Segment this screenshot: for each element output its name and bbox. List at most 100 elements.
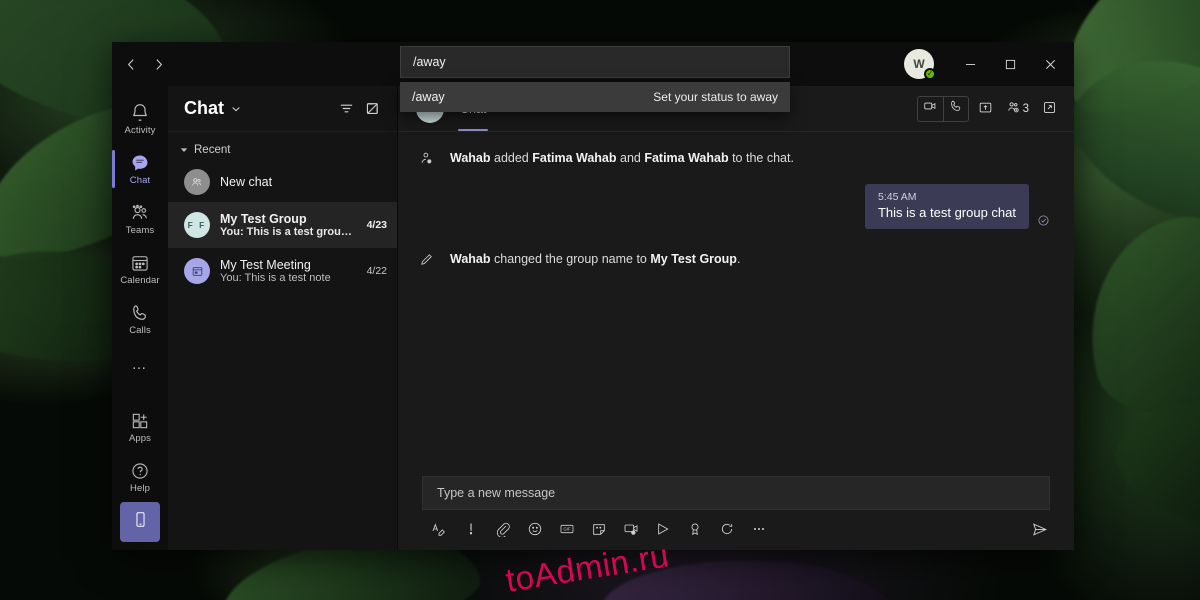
phone-icon xyxy=(130,303,150,323)
search-input[interactable]: /away xyxy=(400,46,790,78)
sidebar-item-label: Activity xyxy=(125,125,156,136)
minimize-button[interactable] xyxy=(950,48,990,80)
new-chat-texts: New chat xyxy=(220,175,387,189)
participants-button[interactable]: 3 xyxy=(1003,96,1032,122)
audio-call-button[interactable] xyxy=(943,97,968,121)
forward-button[interactable] xyxy=(147,51,170,77)
sidebar-item-label: Calendar xyxy=(120,275,159,286)
system-msg-seg: . xyxy=(737,252,740,266)
calendar-icon xyxy=(130,253,150,273)
avatar-initials: F F xyxy=(188,220,207,230)
popout-chat-button[interactable] xyxy=(1036,96,1062,122)
sidebar-item-calendar[interactable]: Calendar xyxy=(112,244,168,294)
sidebar-item-calls[interactable]: Calls xyxy=(112,294,168,344)
maximize-button[interactable] xyxy=(990,48,1030,80)
window-titlebar: W ✓ /away /a xyxy=(112,42,1074,86)
add-person-icon xyxy=(416,150,436,166)
video-camera-icon xyxy=(923,99,937,118)
conversation-panel: F F Chat xyxy=(398,86,1074,550)
more-options-icon[interactable] xyxy=(750,520,768,538)
chat-item-texts: My Test Meeting You: This is a test note xyxy=(220,258,357,284)
command-suggestion-name: /away xyxy=(412,90,445,104)
participants-count: 3 xyxy=(1023,103,1029,115)
system-msg-seg: Wahab xyxy=(450,252,491,266)
presence-available-icon: ✓ xyxy=(924,68,936,80)
sent-check-icon xyxy=(1037,214,1050,229)
bell-icon xyxy=(130,103,150,123)
command-suggestion-description: Set your status to away xyxy=(653,90,778,104)
chevron-down-icon[interactable] xyxy=(231,104,241,114)
desktop-background: W ✓ /away /a xyxy=(0,0,1200,600)
message-text: This is a test group chat xyxy=(878,205,1016,220)
new-chat-label: New chat xyxy=(220,175,387,189)
message-list: Wahab added Fatima Wahab and Fatima Waha… xyxy=(398,132,1074,476)
avatar[interactable]: W ✓ xyxy=(904,49,934,79)
message-timestamp: 5:45 AM xyxy=(878,191,1016,203)
search-input-value: /away xyxy=(413,55,446,69)
message-bubble[interactable]: 5:45 AM This is a test group chat xyxy=(865,184,1029,229)
chat-bubble-icon xyxy=(130,153,150,173)
meet-now-icon[interactable] xyxy=(622,520,640,538)
sidebar-item-teams[interactable]: Teams xyxy=(112,194,168,244)
loop-icon[interactable] xyxy=(718,520,736,538)
format-icon[interactable] xyxy=(430,520,448,538)
command-suggestion-item[interactable]: /away Set your status to away xyxy=(400,82,790,112)
system-msg-seg: Wahab xyxy=(450,151,491,165)
system-message-renamed-group: Wahab changed the group name to My Test … xyxy=(416,251,1050,267)
compose-area: Type a new message xyxy=(398,476,1074,550)
section-recent[interactable]: Recent xyxy=(168,132,397,162)
sidebar-item-label: Calls xyxy=(129,325,151,336)
praise-icon[interactable] xyxy=(686,520,704,538)
people-icon xyxy=(130,203,150,223)
sidebar-item-chat[interactable]: Chat xyxy=(112,144,168,194)
pencil-icon xyxy=(416,251,436,267)
people-add-icon xyxy=(1006,100,1021,118)
system-msg-seg: Fatima Wahab xyxy=(532,151,616,165)
command-search-zone: /away /away Set your status to away xyxy=(400,46,790,112)
sticker-icon[interactable] xyxy=(590,520,608,538)
chat-list-item-my-test-meeting[interactable]: My Test Meeting You: This is a test note… xyxy=(168,248,397,294)
chat-item-preview: You: This is a test group chat xyxy=(220,226,357,238)
message-input-placeholder: Type a new message xyxy=(437,486,555,500)
sidebar-item-help[interactable]: Help xyxy=(112,452,168,502)
app-rail: Activity Chat xyxy=(112,86,168,550)
send-button[interactable] xyxy=(1031,521,1048,538)
page-title: Chat xyxy=(184,98,224,119)
download-mobile-app-button[interactable] xyxy=(120,502,160,542)
importance-icon[interactable] xyxy=(462,520,480,538)
sidebar-item-activity[interactable]: Activity xyxy=(112,94,168,144)
system-msg-seg: added xyxy=(491,151,533,165)
compose-new-chat-icon[interactable] xyxy=(359,96,385,122)
wallpaper-leaf xyxy=(597,550,903,600)
question-circle-icon xyxy=(130,461,150,481)
chat-list-item-my-test-group[interactable]: F F My Test Group You: This is a test gr… xyxy=(168,202,397,248)
system-message-added-members: Wahab added Fatima Wahab and Fatima Waha… xyxy=(416,150,1050,166)
filter-icon[interactable] xyxy=(333,96,359,122)
message-input[interactable]: Type a new message xyxy=(422,476,1050,510)
system-msg-seg: Fatima Wahab xyxy=(644,151,728,165)
system-message-text: Wahab changed the group name to My Test … xyxy=(450,251,740,267)
chat-item-date: 4/23 xyxy=(367,219,387,231)
system-msg-seg: changed the group name to xyxy=(491,252,651,266)
sidebar-item-apps[interactable]: Apps xyxy=(112,402,168,452)
new-chat-row[interactable]: New chat xyxy=(168,162,397,202)
giphy-icon[interactable]: GIF xyxy=(558,520,576,538)
chevron-down-icon xyxy=(180,146,188,154)
compose-toolbar: GIF xyxy=(422,510,1050,538)
video-call-button[interactable] xyxy=(918,97,943,121)
group-avatar-icon xyxy=(184,169,210,195)
chat-item-date: 4/22 xyxy=(367,265,387,277)
apps-grid-icon xyxy=(130,411,150,431)
sidebar-item-label: Chat xyxy=(130,175,150,186)
share-screen-button[interactable] xyxy=(973,96,999,122)
window-right-controls: W ✓ xyxy=(904,48,1074,80)
more-apps-icon[interactable]: … xyxy=(132,344,149,384)
close-button[interactable] xyxy=(1030,48,1070,80)
sidebar-item-label: Help xyxy=(130,483,150,494)
system-msg-seg: to the chat. xyxy=(729,151,794,165)
back-button[interactable] xyxy=(120,51,143,77)
emoji-icon[interactable] xyxy=(526,520,544,538)
chat-list-panel: Chat xyxy=(168,86,398,550)
attach-icon[interactable] xyxy=(494,520,512,538)
stream-icon[interactable] xyxy=(654,520,672,538)
